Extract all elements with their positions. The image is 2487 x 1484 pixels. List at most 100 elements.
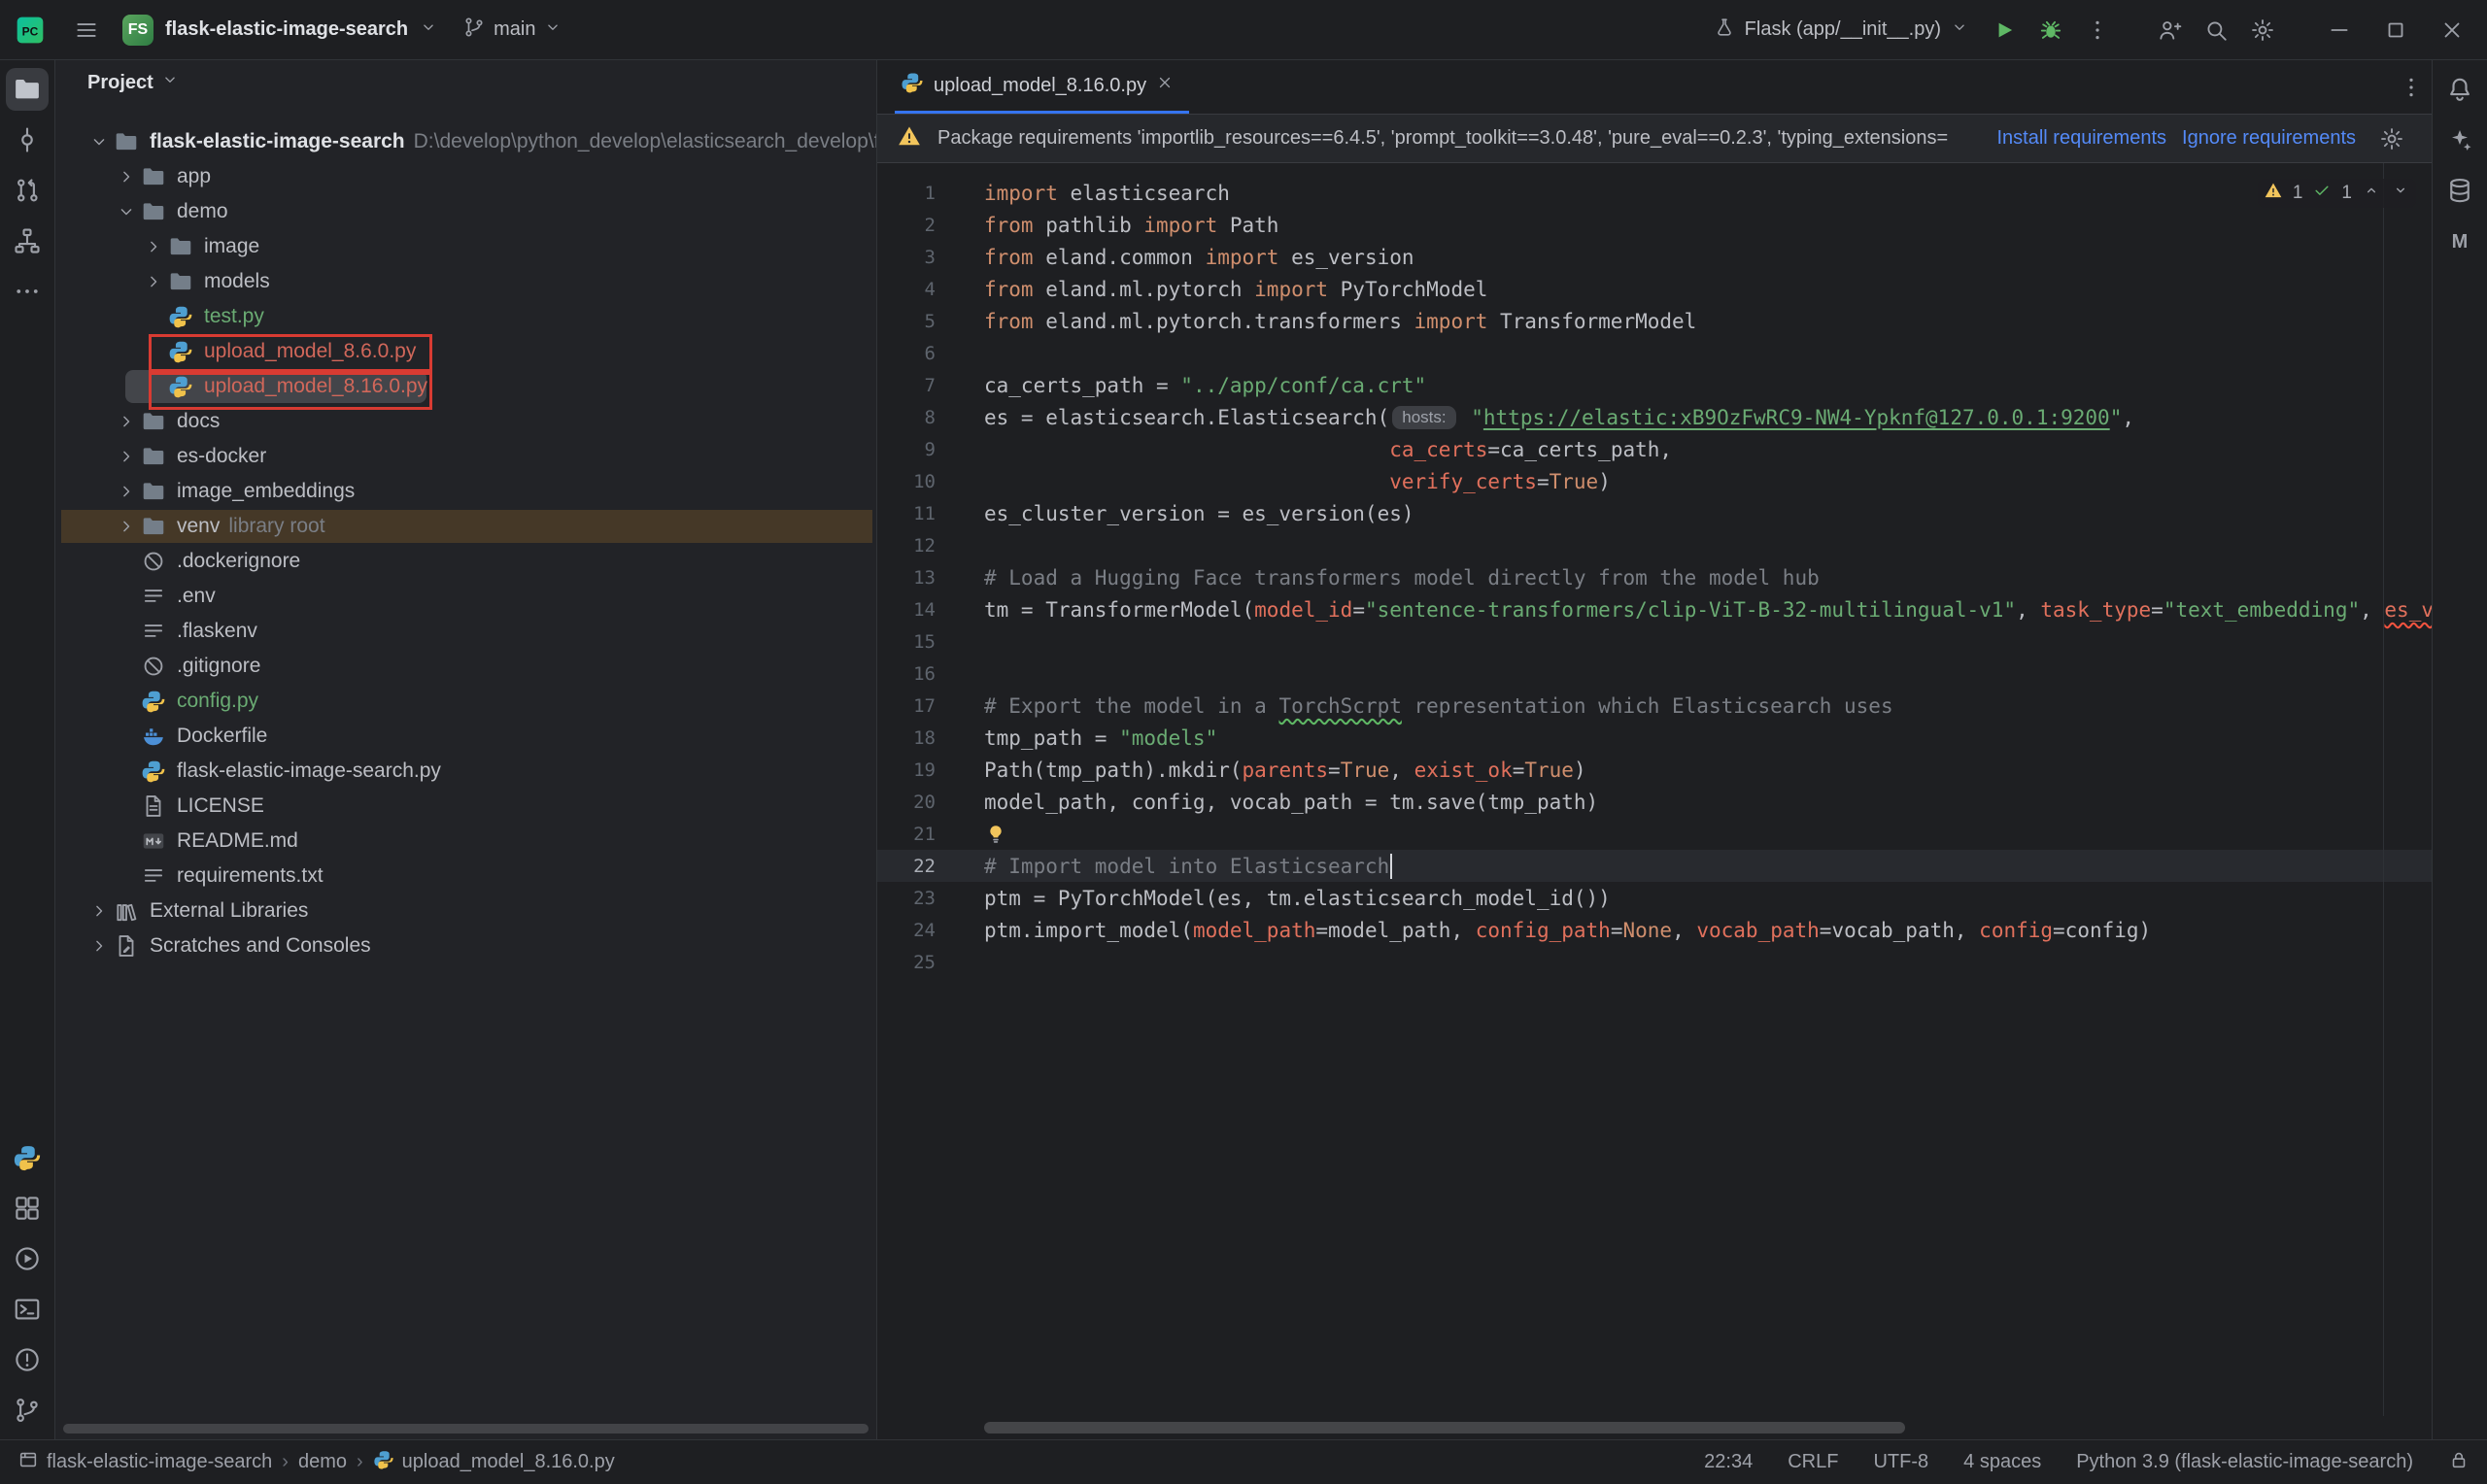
indent-style[interactable]: 4 spaces (1963, 1451, 2041, 1473)
tree-item[interactable]: Dockerfile (55, 719, 876, 754)
project-scrollbar[interactable] (63, 1424, 869, 1433)
code-editor[interactable]: 1 1 1import elasticsearch2from pathlib i… (877, 163, 2432, 1439)
code-line[interactable]: 25 (877, 946, 2432, 978)
code-line[interactable]: 13# Load a Hugging Face transformers mod… (877, 561, 2432, 593)
line-number[interactable]: 13 (877, 567, 961, 589)
settings-icon[interactable] (2242, 10, 2283, 51)
code-line[interactable]: 12 (877, 529, 2432, 561)
tree-item[interactable]: External Libraries (55, 894, 876, 928)
tab-options-icon[interactable] (2391, 67, 2432, 108)
tree-item[interactable]: .gitignore (55, 649, 876, 684)
tree-item[interactable]: config.py (55, 684, 876, 719)
code-line[interactable]: 19Path(tmp_path).mkdir(parents=True, exi… (877, 754, 2432, 786)
run-config-selector[interactable]: Flask (app/__init__.py) (1714, 17, 1968, 44)
project-panel-header[interactable]: Project (55, 60, 876, 105)
close-button[interactable] (2427, 10, 2477, 51)
run-button[interactable] (1984, 10, 2025, 51)
tree-item[interactable]: models (55, 264, 876, 299)
code-line[interactable]: 7ca_certs_path = "../app/conf/ca.crt" (877, 369, 2432, 401)
code-line[interactable]: 23ptm = PyTorchModel(es, tm.elasticsearc… (877, 882, 2432, 914)
ignore-requirements-link[interactable]: Ignore requirements (2182, 127, 2356, 150)
chevron-right-icon[interactable] (85, 936, 114, 956)
version-control-tool-icon[interactable] (6, 1389, 49, 1432)
tree-item[interactable]: image_embeddings (55, 474, 876, 509)
tree-item[interactable]: flask-elastic-image-search.py (55, 754, 876, 789)
tree-item[interactable]: LICENSE (55, 789, 876, 824)
chevron-down-icon[interactable] (85, 132, 114, 152)
code-line[interactable]: 11es_cluster_version = es_version(es) (877, 497, 2432, 529)
line-number[interactable]: 10 (877, 471, 961, 492)
install-requirements-link[interactable]: Install requirements (1996, 127, 2166, 150)
tree-item[interactable]: es-docker (55, 439, 876, 474)
code-line[interactable]: 5from eland.ml.pytorch.transformers impo… (877, 305, 2432, 337)
chevron-right-icon[interactable] (85, 901, 114, 921)
tree-item[interactable]: app (55, 159, 876, 194)
breadcrumb-item[interactable]: demo (298, 1451, 347, 1473)
breadcrumb-item[interactable]: upload_model_8.16.0.py (373, 1449, 615, 1476)
search-everywhere-icon[interactable] (2196, 10, 2236, 51)
line-number[interactable]: 3 (877, 247, 961, 268)
code-line[interactable]: 9 ca_certs=ca_certs_path, (877, 433, 2432, 465)
python-packages-tool-icon[interactable] (6, 1136, 49, 1179)
code-line[interactable]: 18tmp_path = "models" (877, 722, 2432, 754)
ai-assistant-tool-icon[interactable] (2438, 118, 2481, 161)
python-interpreter[interactable]: Python 3.9 (flask-elastic-image-search) (2076, 1451, 2413, 1473)
terminal-tool-icon[interactable] (6, 1288, 49, 1331)
chevron-right-icon[interactable] (112, 517, 141, 536)
line-number[interactable]: 15 (877, 631, 961, 653)
code-with-me-icon[interactable] (2149, 10, 2190, 51)
code-line[interactable]: 4from eland.ml.pytorch import PyTorchMod… (877, 273, 2432, 305)
chevron-right-icon[interactable] (112, 482, 141, 501)
line-number[interactable]: 21 (877, 824, 961, 845)
tree-item[interactable]: upload_model_8.6.0.py (55, 334, 876, 369)
line-separator[interactable]: CRLF (1788, 1451, 1838, 1473)
line-number[interactable]: 8 (877, 407, 961, 428)
chevron-right-icon[interactable] (112, 447, 141, 466)
inspections-widget[interactable]: 1 1 (2258, 179, 2416, 208)
chevron-right-icon[interactable] (139, 237, 168, 256)
tree-item[interactable]: requirements.txt (55, 859, 876, 894)
code-line[interactable]: 16 (877, 658, 2432, 690)
code-line[interactable]: 3from eland.common import es_version (877, 241, 2432, 273)
line-number[interactable]: 12 (877, 535, 961, 556)
line-number[interactable]: 17 (877, 695, 961, 717)
banner-settings-icon[interactable] (2371, 118, 2412, 159)
line-number[interactable]: 5 (877, 311, 961, 332)
lock-icon[interactable] (2448, 1449, 2470, 1476)
chevron-down-icon[interactable] (112, 202, 141, 221)
line-number[interactable]: 1 (877, 183, 961, 204)
tab-upload-model[interactable]: upload_model_8.16.0.py (895, 60, 1189, 114)
intention-bulb-icon[interactable] (984, 823, 1007, 846)
line-number[interactable]: 11 (877, 503, 961, 524)
commit-tool-icon[interactable] (6, 118, 49, 161)
notifications-tool-icon[interactable] (2438, 68, 2481, 111)
line-number[interactable]: 2 (877, 215, 961, 236)
main-menu-icon[interactable] (66, 10, 107, 51)
project-tool-icon[interactable] (6, 68, 49, 111)
branch-selector[interactable]: main (462, 16, 561, 45)
debug-button[interactable] (2030, 10, 2071, 51)
tree-item[interactable]: test.py (55, 299, 876, 334)
line-number[interactable]: 23 (877, 888, 961, 909)
code-line[interactable]: 21 (877, 818, 2432, 850)
line-number[interactable]: 14 (877, 599, 961, 621)
line-number[interactable]: 7 (877, 375, 961, 396)
markdown-tool-tool-icon[interactable]: M (2438, 219, 2481, 262)
code-line[interactable]: 20model_path, config, vocab_path = tm.sa… (877, 786, 2432, 818)
file-encoding[interactable]: UTF-8 (1873, 1451, 1928, 1473)
tree-item[interactable]: venv library root (55, 509, 876, 544)
prev-problem-icon[interactable] (2362, 181, 2381, 206)
line-number[interactable]: 25 (877, 952, 961, 973)
pull-requests-tool-icon[interactable] (6, 169, 49, 212)
code-line[interactable]: 8es = elasticsearch.Elasticsearch(hosts:… (877, 401, 2432, 433)
tree-item[interactable]: .flaskenv (55, 614, 876, 649)
database-tool-icon[interactable] (2438, 169, 2481, 212)
maximize-button[interactable] (2370, 10, 2421, 51)
next-problem-icon[interactable] (2391, 181, 2410, 206)
tree-item[interactable]: demo (55, 194, 876, 229)
chevron-right-icon[interactable] (139, 272, 168, 291)
chevron-right-icon[interactable] (112, 167, 141, 186)
tree-item[interactable]: flask-elastic-image-search D:\develop\py… (55, 124, 876, 159)
breadcrumb-item[interactable]: flask-elastic-image-search (17, 1449, 272, 1476)
code-line[interactable]: 15 (877, 625, 2432, 658)
